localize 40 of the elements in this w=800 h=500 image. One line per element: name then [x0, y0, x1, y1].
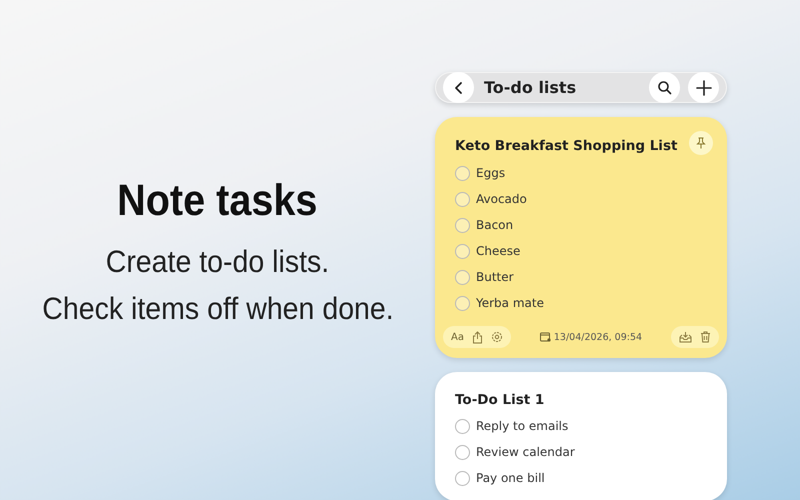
back-button[interactable]: [443, 72, 474, 103]
trash-icon[interactable]: [700, 331, 711, 343]
note-date: 13/04/2026, 09:54: [554, 332, 642, 342]
item-label: Yerba mate: [476, 296, 544, 310]
item-label: Bacon: [476, 218, 514, 232]
note-card[interactable]: Keto Breakfast Shopping List Eggs Avocado Bacon Cheese Butter Yerba mate Aa 13/04/2026, 09:54: [435, 117, 727, 358]
settings-icon[interactable]: [490, 331, 503, 343]
checkbox[interactable]: [455, 192, 470, 206]
item-label: Pay one bill: [476, 471, 545, 485]
item-label: Avocado: [476, 192, 527, 206]
promo-text: Check items off when done.: [42, 290, 394, 328]
note-title: Keto Breakfast Shopping List: [455, 138, 678, 154]
promo-text: Create to-do lists.: [106, 243, 330, 281]
item-label: Review calendar: [476, 445, 575, 459]
checkbox[interactable]: [455, 166, 470, 180]
checkbox[interactable]: [455, 244, 470, 258]
item-label: Butter: [476, 270, 514, 284]
note-card[interactable]: To-Do List 1 Reply to emails Review calendar Pay one bill: [435, 372, 727, 500]
promo-title: Note tasks: [117, 176, 318, 226]
checkbox[interactable]: [455, 418, 470, 434]
checkbox[interactable]: [455, 218, 470, 232]
share-icon[interactable]: [472, 330, 483, 344]
checkbox[interactable]: [455, 470, 470, 486]
note-title: To-Do List 1: [455, 392, 544, 408]
archive-tray-icon[interactable]: [678, 331, 692, 343]
pin-icon: [696, 137, 706, 149]
checkbox[interactable]: [455, 270, 470, 284]
pin-button[interactable]: [689, 131, 713, 155]
font-button[interactable]: Aa: [451, 332, 464, 342]
search-icon: [657, 80, 672, 95]
checkbox[interactable]: [455, 296, 470, 310]
item-label: Cheese: [476, 244, 520, 258]
item-label: Eggs: [476, 166, 506, 180]
header-title: To-do lists: [484, 78, 578, 97]
checkbox[interactable]: [455, 444, 470, 460]
item-label: Reply to emails: [476, 419, 568, 433]
search-button[interactable]: [649, 72, 680, 103]
calendar-icon: [540, 332, 551, 342]
plus-icon: [696, 80, 712, 96]
add-button[interactable]: [688, 72, 719, 103]
